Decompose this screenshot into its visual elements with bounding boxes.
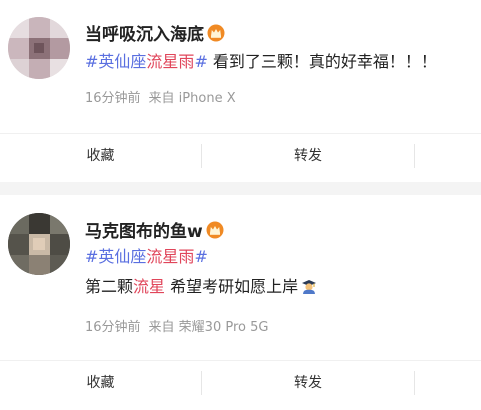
favorite-button[interactable]: 收藏	[0, 361, 201, 405]
crown-badge-icon	[207, 24, 225, 47]
student-emoji-icon	[300, 275, 318, 305]
topic-hash: #	[194, 247, 208, 266]
topic-highlight: 流星雨	[146, 247, 195, 266]
username-text: 马克图布的鱼w	[85, 222, 203, 242]
content-line-2: 第二颗流星 希望考研如愿上岸	[85, 272, 475, 305]
post-text: 第二颗	[85, 277, 134, 296]
content-line-1: #英仙座流星雨#	[85, 242, 475, 272]
post-time: 16分钟前	[85, 320, 141, 335]
repost-button[interactable]: 转发	[202, 361, 414, 405]
topic-highlight: 流星雨	[146, 52, 195, 71]
username[interactable]: 当呼吸沉入海底	[85, 20, 225, 47]
crown-badge-icon	[206, 221, 224, 244]
username-text: 当呼吸沉入海底	[85, 25, 204, 45]
post-text: 看到了三颗！真的好幸福！！！	[207, 52, 437, 71]
avatar[interactable]	[8, 213, 70, 275]
action-bar: 收藏 转发	[0, 360, 481, 405]
feed-post: 当呼吸沉入海底 #英仙座流星雨# 看到了三颗！真的好幸福！！！ 16分钟前 来自 …	[0, 0, 481, 182]
topic-hash: #	[194, 52, 208, 71]
avatar[interactable]	[8, 17, 70, 79]
post-content: #英仙座流星雨# 看到了三颗！真的好幸福！！！	[85, 47, 475, 77]
feed-post: 马克图布的鱼w #英仙座流星雨# 第二颗流星 希望考研如愿上岸 16分钟前 来自 …	[0, 195, 481, 410]
topic-hash: #	[85, 247, 99, 266]
username[interactable]: 马克图布的鱼w	[85, 217, 224, 244]
topic-text: 英仙座	[98, 247, 147, 266]
post-meta: 16分钟前 来自 iPhone X	[85, 87, 236, 106]
post-content: #英仙座流星雨# 第二颗流星 希望考研如愿上岸	[85, 242, 475, 305]
topic-link[interactable]: #英仙座流星雨#	[85, 52, 208, 71]
action-bar: 收藏 转发	[0, 133, 481, 178]
post-time: 16分钟前	[85, 91, 141, 106]
divider	[414, 371, 415, 395]
keyword-highlight[interactable]: 流星	[133, 277, 165, 296]
divider	[414, 144, 415, 168]
post-meta: 16分钟前 来自 荣耀30 Pro 5G	[85, 316, 268, 335]
topic-link[interactable]: #英仙座流星雨#	[85, 247, 208, 266]
post-text: 希望考研如愿上岸	[165, 277, 299, 296]
topic-hash: #	[85, 52, 99, 71]
post-source: 来自 iPhone X	[148, 91, 236, 106]
favorite-button[interactable]: 收藏	[0, 134, 201, 178]
topic-text: 英仙座	[98, 52, 147, 71]
repost-button[interactable]: 转发	[202, 134, 414, 178]
post-source: 来自 荣耀30 Pro 5G	[148, 320, 269, 335]
post-separator	[0, 182, 481, 195]
